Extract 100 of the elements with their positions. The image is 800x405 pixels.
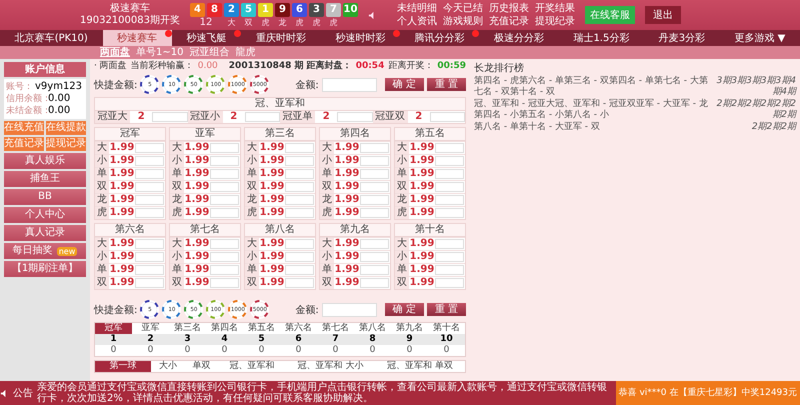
bet-input[interactable]: [135, 239, 164, 249]
bet-input[interactable]: [210, 169, 239, 179]
reset-button[interactable]: 重 置: [426, 78, 466, 91]
bet-input[interactable]: [285, 208, 314, 218]
bet-input[interactable]: [285, 278, 314, 288]
header-link[interactable]: 充值记录: [489, 15, 529, 28]
bet-input[interactable]: [135, 169, 164, 179]
bet-input[interactable]: [435, 143, 464, 153]
odds-value: 1.99: [409, 168, 435, 180]
game-tab[interactable]: 重庆时时彩: [241, 30, 321, 46]
bet-input[interactable]: [210, 252, 239, 262]
bet-input[interactable]: [135, 182, 164, 192]
bet-input[interactable]: [360, 265, 389, 275]
bet-input[interactable]: [430, 112, 465, 122]
bet-input[interactable]: [210, 156, 239, 166]
bet-input[interactable]: [435, 265, 464, 275]
menu-button[interactable]: 捕鱼王: [4, 171, 86, 187]
bet-input[interactable]: [135, 252, 164, 262]
header-link[interactable]: 未结明细: [397, 2, 437, 15]
bet-input[interactable]: [285, 156, 314, 166]
bet-label: 小: [245, 155, 259, 167]
menu-button[interactable]: 每日抽奖 new: [4, 243, 86, 259]
bet-input[interactable]: [210, 208, 239, 218]
bet-label: 大: [170, 238, 184, 250]
game-tab[interactable]: 极速分分彩: [479, 30, 559, 46]
confirm-button[interactable]: 确 定: [384, 303, 424, 316]
bet-input[interactable]: [435, 156, 464, 166]
bet-input[interactable]: [435, 208, 464, 218]
bet-input[interactable]: [285, 169, 314, 179]
bet-input[interactable]: [360, 278, 389, 288]
bet-input[interactable]: [360, 239, 389, 249]
bet-input[interactable]: [135, 278, 164, 288]
menu-button[interactable]: 【1期刷注单】: [4, 261, 86, 277]
bet-input[interactable]: [244, 112, 280, 122]
bet-input[interactable]: [435, 278, 464, 288]
header-link[interactable]: 历史报表: [489, 2, 529, 15]
bet-input[interactable]: [135, 195, 164, 205]
bet-input[interactable]: [360, 156, 389, 166]
bet-input[interactable]: [435, 169, 464, 179]
bet-input[interactable]: [135, 143, 164, 153]
bet-input[interactable]: [360, 143, 389, 153]
bet-input[interactable]: [435, 239, 464, 249]
game-tab[interactable]: 瑞士1.5分彩: [558, 30, 644, 46]
bet-input[interactable]: [210, 265, 239, 275]
header-link[interactable]: 个人资讯: [397, 15, 437, 28]
game-tab[interactable]: 秒速飞艇: [172, 30, 242, 46]
bet-input[interactable]: [360, 182, 389, 192]
header-link[interactable]: 提现纪录: [535, 15, 575, 28]
bet-input[interactable]: [360, 195, 389, 205]
bet-input[interactable]: [360, 252, 389, 262]
game-tab[interactable]: 秒速时时彩: [320, 30, 400, 46]
bet-input[interactable]: [285, 239, 314, 249]
number-cell: 7: [317, 334, 354, 345]
menu-button[interactable]: BB: [4, 189, 86, 205]
bet-input[interactable]: [435, 195, 464, 205]
bet-input[interactable]: [210, 195, 239, 205]
number-cell: 6: [280, 334, 317, 345]
bet-input[interactable]: [435, 252, 464, 262]
bet-input[interactable]: [210, 278, 239, 288]
logout-button[interactable]: 退出: [645, 6, 681, 24]
odds-value: 1.99: [259, 238, 285, 250]
header-link[interactable]: 开奖结果: [535, 2, 575, 15]
menu-button[interactable]: 真人记录: [4, 225, 86, 241]
bet-input[interactable]: [435, 182, 464, 192]
bet-input[interactable]: [285, 143, 314, 153]
bet-input[interactable]: [135, 265, 164, 275]
game-tab[interactable]: 腾讯分分彩: [400, 30, 480, 46]
bet-input[interactable]: [285, 252, 314, 262]
reset-button[interactable]: 重 置: [426, 303, 466, 316]
bet-input[interactable]: [152, 112, 188, 122]
bet-input[interactable]: [285, 265, 314, 275]
confirm-button[interactable]: 确 定: [384, 78, 424, 91]
stat-tab[interactable]: 第一球: [95, 361, 152, 372]
bet-input[interactable]: [285, 182, 314, 192]
menu-button[interactable]: 个人中心: [4, 207, 86, 223]
bet-input[interactable]: [210, 239, 239, 249]
game-tab[interactable]: 更多游戏 ▼: [720, 30, 800, 46]
amount-input[interactable]: [322, 78, 377, 92]
bet-input[interactable]: [285, 195, 314, 205]
game-tab[interactable]: 丹麦3分彩: [644, 30, 720, 46]
bet-input[interactable]: [135, 208, 164, 218]
bet-input[interactable]: [135, 156, 164, 166]
group-title: 第七名: [170, 224, 240, 237]
bet-label: 双: [170, 181, 184, 193]
bet-input[interactable]: [210, 182, 239, 192]
result-tab[interactable]: 冠军: [95, 323, 132, 334]
header-link[interactable]: 游戏规则: [443, 15, 483, 28]
bet-input[interactable]: [210, 143, 239, 153]
amount-input[interactable]: [322, 302, 377, 316]
bet-input[interactable]: [360, 169, 389, 179]
game-tab[interactable]: 秒速赛车: [102, 30, 172, 46]
amount-label: 金额:: [295, 78, 319, 92]
menu-button[interactable]: 真人娱乐: [4, 153, 86, 169]
header-link[interactable]: 今天已结: [443, 2, 483, 15]
bet-input[interactable]: [337, 112, 372, 122]
bet-label: 虎: [245, 207, 259, 219]
notice-label: 公告: [12, 386, 34, 400]
bet-input[interactable]: [360, 208, 389, 218]
odds-value: 1.99: [184, 155, 210, 167]
game-tab[interactable]: 北京赛车(PK10): [0, 30, 102, 46]
